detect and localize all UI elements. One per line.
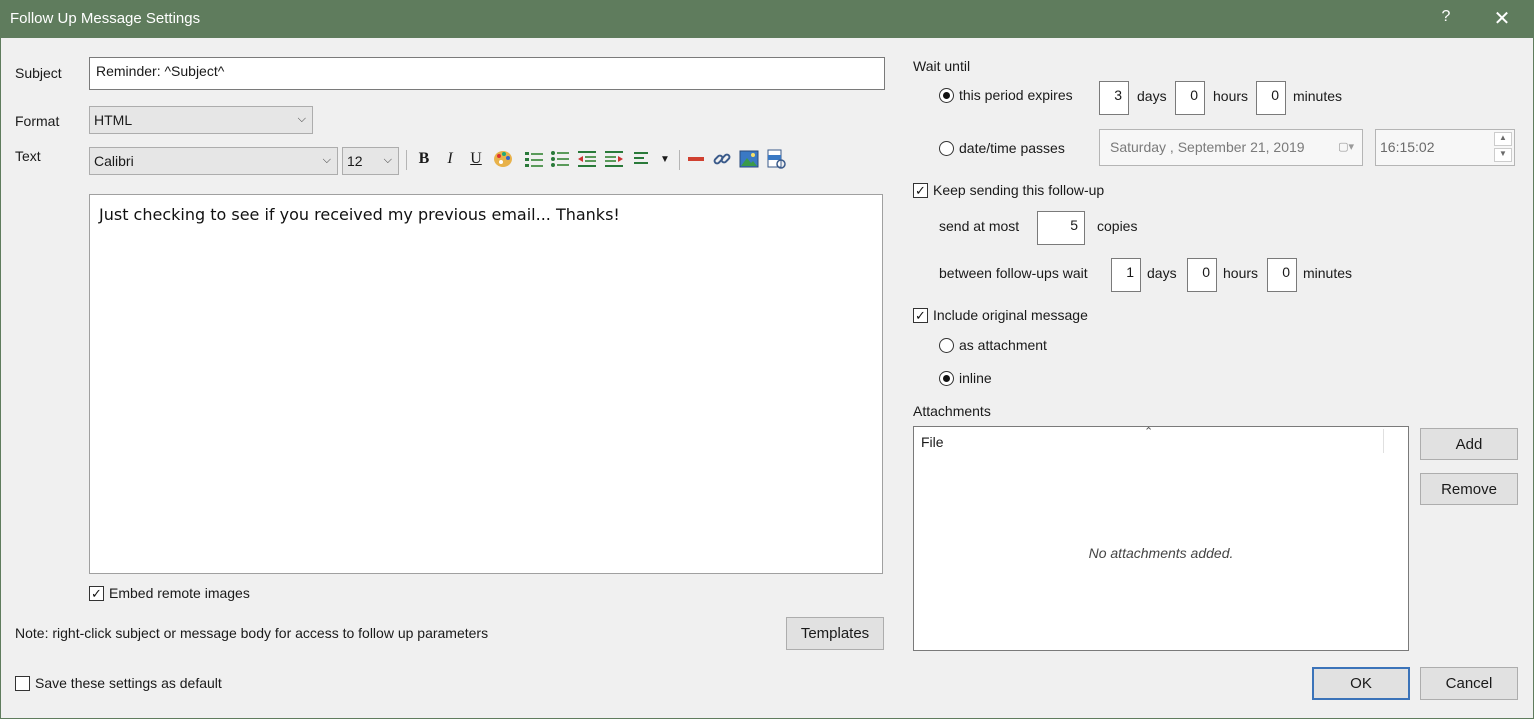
chevron-down-icon: ⌵ bbox=[383, 154, 392, 166]
numbered-list-icon[interactable] bbox=[523, 148, 545, 170]
keep-sending-checkbox[interactable]: ✓ bbox=[913, 183, 928, 198]
file-column-header[interactable]: File bbox=[921, 434, 944, 450]
horizontal-rule-icon[interactable] bbox=[685, 148, 707, 170]
window-title: Follow Up Message Settings bbox=[10, 10, 201, 27]
bold-button[interactable]: B bbox=[413, 148, 435, 170]
bullet-list-icon[interactable] bbox=[549, 148, 571, 170]
remove-button[interactable]: Remove bbox=[1420, 473, 1518, 505]
time-picker[interactable]: 16:15:02 ▲ ▼ bbox=[1375, 129, 1515, 166]
embed-images-label: Embed remote images bbox=[109, 585, 250, 601]
period-minutes-unit: minutes bbox=[1293, 88, 1343, 104]
keep-sending-label: Keep sending this follow-up bbox=[933, 182, 1105, 198]
date-value: Saturday , September 21, 2019 bbox=[1110, 139, 1305, 155]
period-expires-radio[interactable] bbox=[939, 88, 954, 103]
format-value: HTML bbox=[94, 112, 133, 128]
between-hours-input[interactable]: 0 bbox=[1187, 258, 1217, 292]
wait-until-label: Wait until bbox=[913, 58, 971, 74]
attachments-header: File ⌃ bbox=[914, 426, 1408, 455]
calendar-dropdown-icon: ▢▾ bbox=[1338, 141, 1354, 153]
align-dropdown-icon[interactable]: ▼ bbox=[654, 148, 676, 170]
ok-button[interactable]: OK bbox=[1312, 667, 1410, 700]
color-palette-icon[interactable] bbox=[492, 148, 514, 170]
save-default-checkbox[interactable] bbox=[15, 676, 30, 691]
period-minutes-input[interactable]: 0 bbox=[1256, 81, 1286, 115]
time-value: 16:15:02 bbox=[1380, 139, 1435, 155]
time-down-icon[interactable]: ▼ bbox=[1494, 148, 1512, 162]
inline-label: inline bbox=[959, 370, 992, 386]
no-attachments-text: No attachments added. bbox=[1088, 545, 1234, 561]
toolbar-separator bbox=[406, 150, 407, 170]
copies-input[interactable]: 5 bbox=[1037, 211, 1085, 245]
as-attachment-label: as attachment bbox=[959, 337, 1047, 353]
font-select[interactable]: Calibri ⌵ bbox=[89, 147, 338, 175]
font-value: Calibri bbox=[94, 153, 134, 169]
column-divider[interactable] bbox=[1383, 429, 1384, 453]
html-source-icon[interactable] bbox=[765, 148, 787, 170]
inline-radio[interactable] bbox=[939, 371, 954, 386]
title-bar: Follow Up Message Settings ? ✕ bbox=[0, 0, 1534, 38]
message-body-editor[interactable]: Just checking to see if you received my … bbox=[89, 194, 883, 574]
templates-button[interactable]: Templates bbox=[786, 617, 884, 650]
text-label: Text bbox=[15, 148, 41, 164]
font-size-value: 12 bbox=[347, 153, 363, 169]
save-default-label: Save these settings as default bbox=[35, 675, 222, 691]
font-size-select[interactable]: 12 ⌵ bbox=[342, 147, 399, 175]
note-text: Note: right-click subject or message bod… bbox=[15, 625, 489, 641]
underline-button[interactable]: U bbox=[465, 148, 487, 170]
attachments-label: Attachments bbox=[913, 403, 991, 419]
help-button[interactable]: ? bbox=[1438, 8, 1454, 26]
period-expires-label: this period expires bbox=[959, 87, 1073, 103]
send-at-most-label: send at most bbox=[939, 218, 1020, 234]
between-hours-unit: hours bbox=[1223, 265, 1259, 281]
between-minutes-input[interactable]: 0 bbox=[1267, 258, 1297, 292]
italic-button[interactable]: I bbox=[439, 148, 461, 170]
period-hours-unit: hours bbox=[1213, 88, 1249, 104]
between-days-unit: days bbox=[1147, 265, 1177, 281]
format-select[interactable]: HTML ⌵ bbox=[89, 106, 313, 134]
outdent-icon[interactable] bbox=[576, 148, 598, 170]
date-picker[interactable]: Saturday , September 21, 2019 ▢▾ bbox=[1099, 129, 1363, 166]
datetime-passes-radio[interactable] bbox=[939, 141, 954, 156]
period-days-unit: days bbox=[1137, 88, 1167, 104]
include-original-label: Include original message bbox=[933, 307, 1088, 323]
toolbar-separator bbox=[679, 150, 680, 170]
subject-input[interactable]: Reminder: ^Subject^ bbox=[89, 57, 885, 90]
chevron-down-icon: ⌵ bbox=[322, 154, 331, 166]
image-icon[interactable] bbox=[738, 148, 760, 170]
indent-icon[interactable] bbox=[603, 148, 625, 170]
align-icon[interactable] bbox=[631, 148, 653, 170]
include-original-checkbox[interactable]: ✓ bbox=[913, 308, 928, 323]
as-attachment-radio[interactable] bbox=[939, 338, 954, 353]
time-up-icon[interactable]: ▲ bbox=[1494, 132, 1512, 146]
datetime-passes-label: date/time passes bbox=[959, 140, 1065, 156]
attachments-list[interactable]: File ⌃ No attachments added. bbox=[913, 426, 1409, 651]
chevron-down-icon: ⌵ bbox=[297, 113, 306, 125]
close-icon[interactable]: ✕ bbox=[1490, 6, 1514, 31]
subject-label: Subject bbox=[15, 65, 62, 81]
between-minutes-unit: minutes bbox=[1303, 265, 1353, 281]
period-hours-input[interactable]: 0 bbox=[1175, 81, 1205, 115]
period-days-input[interactable]: 3 bbox=[1099, 81, 1129, 115]
between-days-input[interactable]: 1 bbox=[1111, 258, 1141, 292]
add-button[interactable]: Add bbox=[1420, 428, 1518, 460]
format-label: Format bbox=[15, 113, 60, 129]
cancel-button[interactable]: Cancel bbox=[1420, 667, 1518, 700]
embed-images-checkbox[interactable]: ✓ bbox=[89, 586, 104, 601]
copies-label: copies bbox=[1097, 218, 1138, 234]
between-followups-label: between follow-ups wait bbox=[939, 265, 1088, 281]
link-icon[interactable] bbox=[711, 148, 733, 170]
message-body-text: Just checking to see if you received my … bbox=[99, 205, 620, 224]
sort-ascending-icon: ⌃ bbox=[1144, 426, 1154, 438]
